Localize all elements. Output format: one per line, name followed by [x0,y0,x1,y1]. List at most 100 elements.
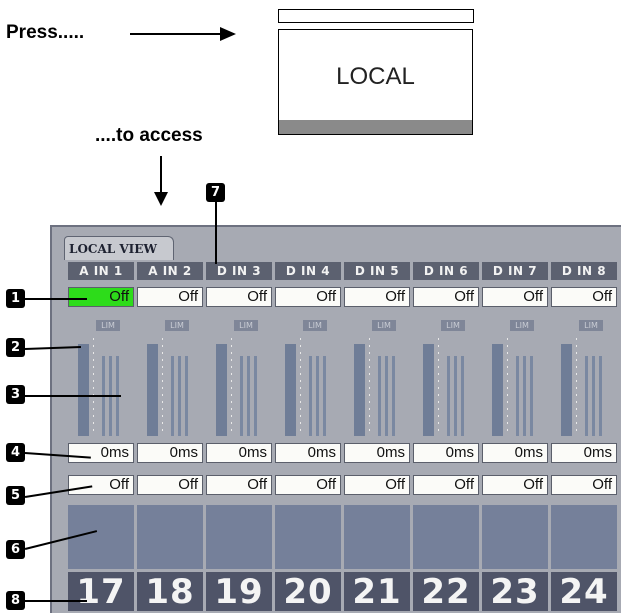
delay-field[interactable]: 0ms [137,443,203,463]
delay-field[interactable]: 0ms [206,443,272,463]
channel-strip: A IN 1 Off LIM 0ms Off 17 [68,262,134,612]
mute-button[interactable]: Off [413,287,479,307]
level-meter-bar [385,356,388,436]
level-meter-bar [392,356,395,436]
callout-3-leader [25,395,121,397]
channel-display-box [344,505,410,569]
mute-button[interactable]: Off [344,287,410,307]
channel-display-box [68,505,134,569]
channel-display-box [413,505,479,569]
limiter-indicator: LIM [165,320,189,331]
meter-scale [231,338,232,436]
delay-field[interactable]: 0ms [413,443,479,463]
mute-button[interactable]: Off [275,287,341,307]
polarity-button[interactable]: Off [206,475,272,495]
channel-number: 19 [206,572,272,612]
input-level-meter [492,344,503,436]
level-meter-bar [523,356,526,436]
level-meter-bar [309,356,312,436]
channel-strip: D IN 7 Off LIM 0ms Off 23 [482,262,548,612]
meter-section: LIM [68,318,134,436]
polarity-button[interactable]: Off [551,475,617,495]
input-level-meter [147,344,158,436]
local-button-label: LOCAL [336,63,415,90]
mute-button[interactable]: Off [551,287,617,307]
callout-4: 4 [6,443,25,462]
limiter-indicator: LIM [441,320,465,331]
polarity-button[interactable]: Off [482,475,548,495]
press-instruction: Press..... [6,22,85,43]
channel-name: D IN 4 [275,262,341,280]
channel-display-box [137,505,203,569]
level-meter-bar [516,356,519,436]
channel-number: 17 [68,572,134,612]
callout-7-leader [215,202,217,264]
down-arrow-icon [154,156,168,206]
channel-number: 18 [137,572,203,612]
level-meter-bar [171,356,174,436]
level-meter-bar [599,356,602,436]
channel-strip: D IN 3 Off LIM 0ms Off 19 [206,262,272,612]
mute-button[interactable]: Off [137,287,203,307]
channel-strip: D IN 6 Off LIM 0ms Off 22 [413,262,479,612]
local-button[interactable]: LOCAL [278,29,473,135]
channel-name: D IN 7 [482,262,548,280]
meter-scale [300,338,301,436]
meter-scale [93,338,94,436]
polarity-button[interactable]: Off [413,475,479,495]
tab-local-view[interactable]: LOCAL VIEW [64,236,174,260]
delay-field[interactable]: 0ms [551,443,617,463]
delay-field[interactable]: 0ms [482,443,548,463]
level-meter-bar [454,356,457,436]
level-meter-bar [461,356,464,436]
right-arrow-icon [130,27,236,41]
delay-field[interactable]: 0ms [344,443,410,463]
meter-section: LIM [413,318,479,436]
callout-1-leader [25,298,87,300]
callout-2: 2 [6,338,25,357]
meter-scale [369,338,370,436]
mute-button[interactable]: Off [206,287,272,307]
limiter-indicator: LIM [303,320,327,331]
meter-section: LIM [137,318,203,436]
channel-display-box [551,505,617,569]
channel-name: D IN 3 [206,262,272,280]
channel-number: 22 [413,572,479,612]
level-meter-bar [185,356,188,436]
meter-section: LIM [482,318,548,436]
level-meter-bar [316,356,319,436]
channel-display-box [206,505,272,569]
limiter-indicator: LIM [510,320,534,331]
mute-button[interactable]: Off [482,287,548,307]
channel-strip: D IN 5 Off LIM 0ms Off 21 [344,262,410,612]
access-instruction: ....to access [95,125,203,146]
level-meter-bar [178,356,181,436]
input-level-meter [78,344,89,436]
channel-name: D IN 8 [551,262,617,280]
delay-field[interactable]: 0ms [275,443,341,463]
polarity-button[interactable]: Off [68,475,134,495]
callout-8: 8 [6,591,25,610]
limiter-indicator: LIM [234,320,258,331]
level-meter-bar [585,356,588,436]
polarity-button[interactable]: Off [275,475,341,495]
input-level-meter [561,344,572,436]
meter-scale [576,338,577,436]
polarity-button[interactable]: Off [344,475,410,495]
level-meter-bar [530,356,533,436]
level-meter-bar [592,356,595,436]
mute-button[interactable]: Off [68,287,134,307]
channel-name: A IN 2 [137,262,203,280]
channel-number: 23 [482,572,548,612]
delay-field[interactable]: 0ms [68,443,134,463]
input-level-meter [285,344,296,436]
input-level-meter [216,344,227,436]
channel-strip: D IN 8 Off LIM 0ms Off 24 [551,262,617,612]
polarity-button[interactable]: Off [137,475,203,495]
local-button-base [279,120,472,134]
callout-7: 7 [206,183,225,202]
callout-5: 5 [6,486,25,505]
level-meter-bar [323,356,326,436]
channel-number: 21 [344,572,410,612]
level-meter-bar [247,356,250,436]
